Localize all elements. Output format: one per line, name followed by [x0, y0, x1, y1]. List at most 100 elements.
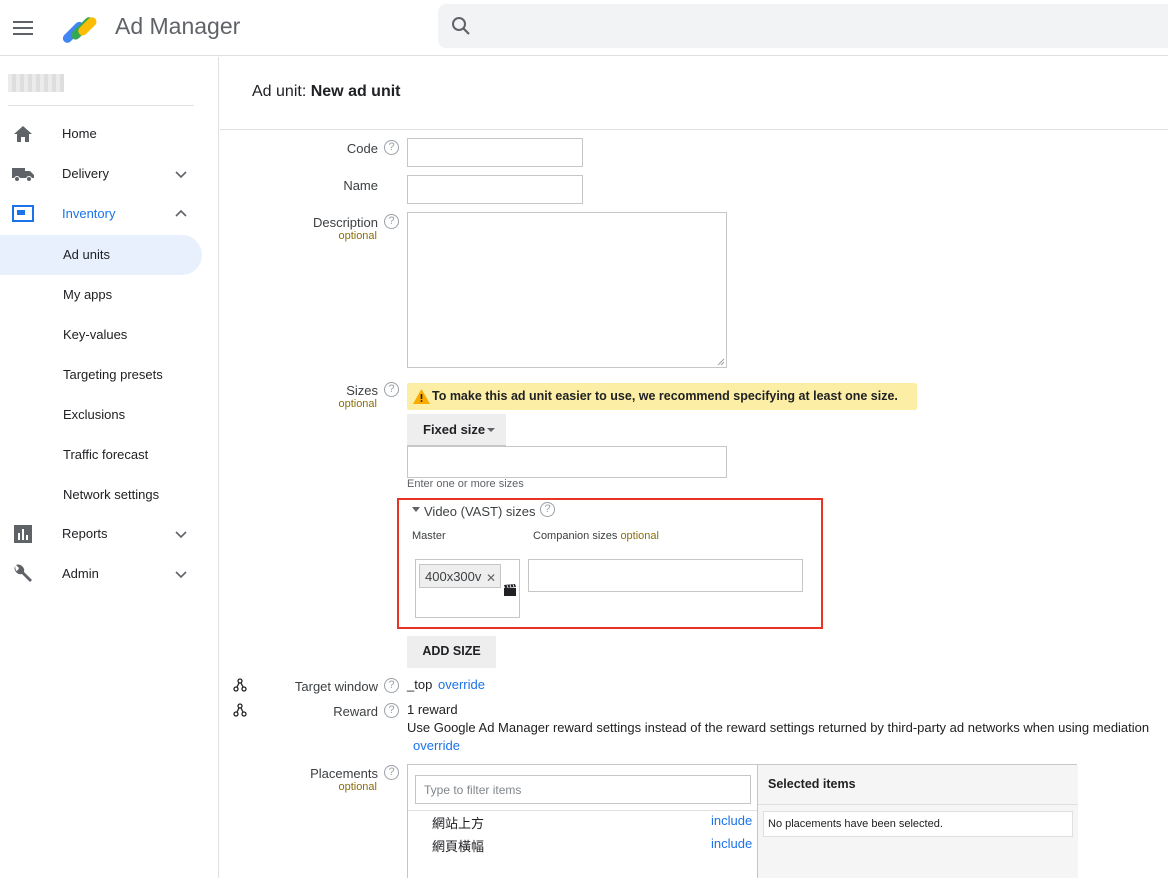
collapse-triangle-icon[interactable] [412, 507, 420, 512]
sizes-hint: Enter one or more sizes [407, 478, 524, 490]
sidebar-subitem-key-values[interactable]: Key-values [0, 315, 202, 355]
title-divider [220, 129, 1168, 130]
sidebar-item-label: Reports [62, 526, 108, 541]
chevron-down-icon[interactable] [174, 527, 188, 541]
master-size-box[interactable]: 400x300v ✕ [415, 559, 520, 618]
help-icon[interactable]: ? [384, 703, 399, 718]
main-content: Ad unit: New ad unit Code ? Name Descrip… [220, 57, 1168, 878]
description-label: Description [312, 215, 378, 230]
sidebar-subitem-label: My apps [63, 287, 113, 302]
page-title: Ad unit: New ad unit [252, 83, 401, 101]
bar-chart-icon [14, 525, 32, 543]
selected-items-empty-text: No placements have been selected. [768, 818, 943, 830]
sidebar-item-reports[interactable]: Reports [0, 514, 202, 554]
name-input[interactable] [407, 175, 583, 204]
sidebar-subitem-targeting-presets[interactable]: Targeting presets [0, 355, 202, 395]
sidebar-item-label: Home [62, 126, 97, 141]
sidebar-subitem-exclusions[interactable]: Exclusions [0, 395, 202, 435]
placements-filter-input[interactable]: Type to filter items [415, 775, 751, 804]
selected-items-pane: Selected items No placements have been s… [757, 765, 1078, 878]
reward-value: 1 reward [407, 702, 458, 717]
page-title-name: New ad unit [310, 83, 401, 100]
sidebar-item-delivery[interactable]: Delivery [0, 154, 202, 194]
help-icon[interactable]: ? [384, 382, 399, 397]
available-placements-pane: Type to filter items 網站上方 include 網頁橫幅 i… [408, 765, 757, 878]
selected-items-title: Selected items [768, 777, 856, 791]
sidebar-divider [8, 105, 194, 106]
resize-handle-icon[interactable] [717, 358, 725, 366]
sidebar-subitem-label: Targeting presets [63, 367, 163, 382]
sidebar-item-admin[interactable]: Admin [0, 554, 202, 594]
sizes-label: Sizes [346, 383, 378, 398]
help-icon[interactable]: ? [384, 765, 399, 780]
companion-sizes-input[interactable] [528, 559, 803, 592]
warning-text: To make this ad unit easier to use, we r… [432, 389, 898, 403]
placements-label: Placements [310, 766, 378, 781]
target-window-value: _top [407, 677, 433, 692]
optional-label: optional [338, 781, 377, 793]
truck-icon [12, 168, 34, 182]
help-icon[interactable]: ? [384, 678, 399, 693]
caret-down-icon [487, 428, 495, 432]
code-input[interactable] [407, 138, 583, 167]
sidebar-item-label: Inventory [62, 206, 116, 221]
sizes-input[interactable] [407, 446, 727, 478]
sidebar-subitem-ad-units[interactable]: Ad units [0, 235, 202, 275]
sidebar-subitem-my-apps[interactable]: My apps [0, 275, 202, 315]
reward-override-link[interactable]: override [413, 738, 460, 753]
add-size-button[interactable]: ADD SIZE [407, 636, 496, 668]
ad-manager-logo-icon [62, 17, 97, 43]
placements-picker: Type to filter items 網站上方 include 網頁橫幅 i… [407, 764, 1078, 878]
chevron-down-icon[interactable] [174, 567, 188, 581]
video-clapper-icon [504, 584, 516, 596]
sidebar-subitem-label: Ad units [63, 247, 110, 262]
master-size-chip: 400x300v ✕ [419, 564, 501, 588]
placement-name: 網站上方 [432, 816, 485, 831]
sidebar-subitem-network-settings[interactable]: Network settings [0, 475, 202, 515]
search-bar[interactable] [438, 4, 1168, 48]
chevron-down-icon[interactable] [174, 167, 188, 181]
remove-chip-icon[interactable]: ✕ [486, 571, 496, 585]
placement-include-link[interactable]: include [711, 813, 752, 828]
page-title-prefix: Ad unit: [252, 83, 307, 100]
fixed-size-dropdown[interactable]: Fixed size [407, 414, 506, 446]
fixed-size-label: Fixed size [423, 422, 486, 437]
network-name-redacted [8, 74, 64, 92]
inheritance-icon [233, 703, 247, 717]
chevron-up-icon[interactable] [174, 207, 188, 221]
add-size-label: ADD SIZE [422, 644, 481, 658]
app-title: Ad Manager [115, 13, 241, 39]
target-window-label: Target window [294, 679, 378, 694]
selected-items-header: Selected items [758, 765, 1078, 805]
wrench-icon [14, 564, 32, 582]
search-icon[interactable] [451, 16, 471, 36]
placement-row: 網頁橫幅 include [408, 833, 757, 855]
companion-label: Companion sizes optional [533, 530, 659, 542]
help-icon[interactable]: ? [384, 140, 399, 155]
sidebar-subitem-label: Key-values [63, 327, 128, 342]
help-icon[interactable]: ? [384, 214, 399, 229]
reward-label: Reward [333, 704, 378, 719]
sidebar-item-home[interactable]: Home [0, 114, 202, 154]
placement-row: 網站上方 include [408, 810, 757, 832]
target-window-override-link[interactable]: override [438, 677, 485, 692]
placement-name: 網頁橫幅 [432, 839, 485, 854]
hamburger-menu-icon[interactable] [11, 16, 35, 40]
sidebar-subitem-label: Traffic forecast [63, 447, 149, 462]
help-icon[interactable]: ? [540, 502, 555, 517]
vast-title[interactable]: Video (VAST) sizes [424, 504, 536, 519]
placement-include-link[interactable]: include [711, 836, 752, 851]
sidebar-subitem-traffic-forecast[interactable]: Traffic forecast [0, 435, 202, 475]
selected-items-empty: No placements have been selected. [763, 811, 1073, 837]
top-bar: Ad Manager [0, 0, 1168, 56]
optional-label: optional [338, 398, 377, 410]
description-textarea[interactable] [407, 212, 727, 368]
code-label: Code [346, 141, 378, 156]
sidebar-subitem-label: Network settings [63, 487, 160, 502]
reward-note: Use Google Ad Manager reward settings in… [407, 720, 1150, 735]
sidebar-item-inventory[interactable]: Inventory [0, 194, 202, 234]
filter-placeholder: Type to filter items [424, 783, 522, 797]
sidebar-item-label: Admin [62, 566, 99, 581]
optional-label: optional [338, 230, 377, 242]
sidebar-subitem-label: Exclusions [63, 407, 126, 422]
